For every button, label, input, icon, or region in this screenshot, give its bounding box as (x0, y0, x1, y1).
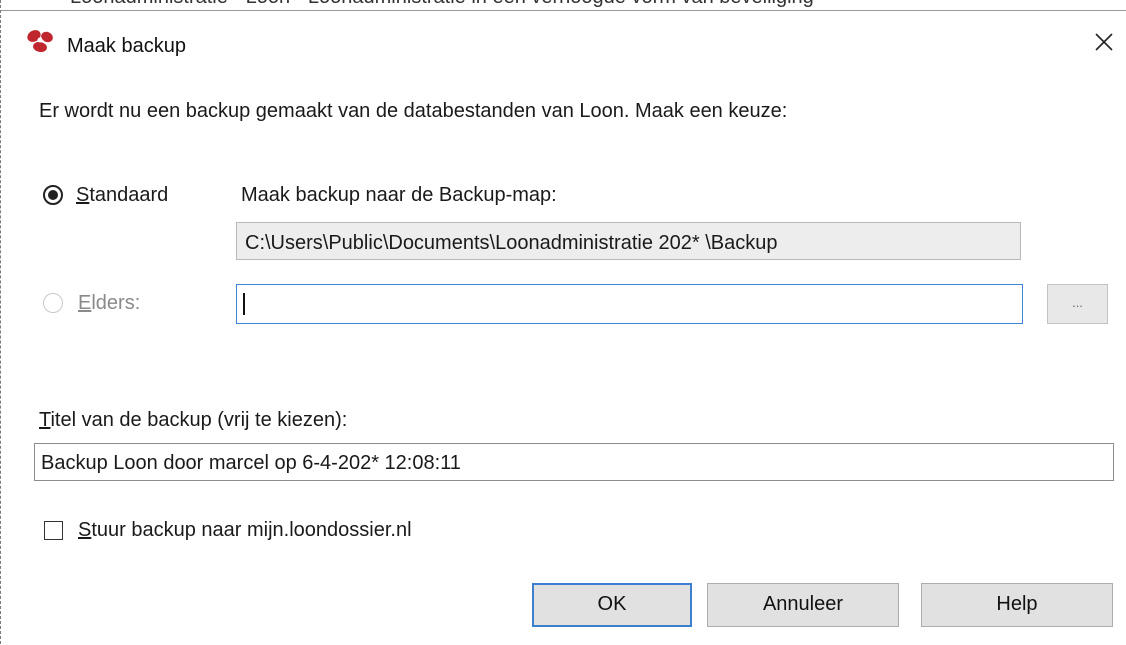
standard-radio[interactable] (43, 185, 63, 205)
close-button[interactable] (1082, 25, 1126, 59)
help-button[interactable]: Help (921, 583, 1113, 627)
background-window-text: Loonadministratie - Loon - Loonadministr… (70, 0, 814, 9)
cancel-button[interactable]: Annuleer (707, 583, 899, 627)
text-caret (243, 293, 245, 315)
backup-folder-caption: Maak backup naar de Backup-map: (241, 184, 557, 206)
ok-button[interactable]: OK (532, 583, 692, 627)
backup-folder-path: C:\Users\Public\Documents\Loonadministra… (236, 222, 1021, 260)
dialog-title: Maak backup (67, 35, 186, 57)
elsewhere-label[interactable]: Elders: (78, 292, 140, 315)
loon-app-icon (25, 27, 57, 57)
send-online-checkbox[interactable] (44, 521, 63, 540)
elsewhere-path-input[interactable] (236, 284, 1023, 324)
backup-title-input[interactable]: Backup Loon door marcel op 6-4-202* 12:0… (34, 443, 1114, 481)
elsewhere-radio[interactable] (43, 293, 63, 313)
backup-title-label: Titel van de backup (vrij te kiezen): (39, 409, 348, 431)
standard-label[interactable]: Standaard (76, 184, 168, 207)
intro-text: Er wordt nu een backup gemaakt van de da… (39, 100, 788, 122)
backup-dialog: Maak backup Er wordt nu een backup gemaa… (1, 10, 1126, 645)
close-icon (1095, 33, 1113, 51)
dialog-titlebar: Maak backup (1, 11, 1126, 71)
send-online-label[interactable]: Stuur backup naar mijn.loondossier.nl (78, 519, 412, 542)
browse-button[interactable]: ... (1047, 284, 1108, 324)
